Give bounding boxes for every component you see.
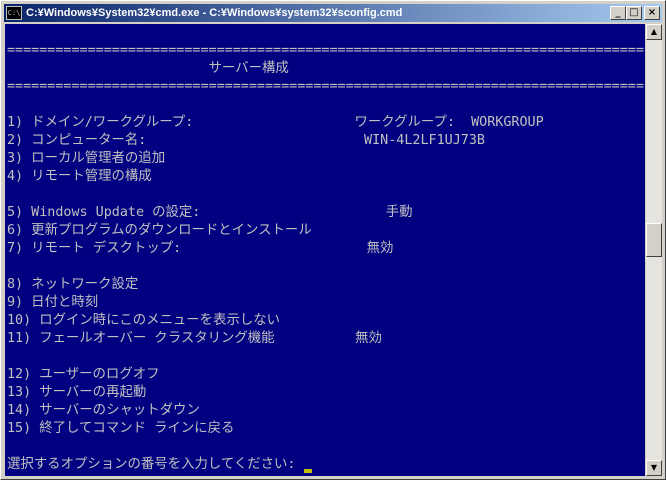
- window-controls: _ □ ×: [610, 6, 660, 20]
- scroll-down-button[interactable]: ▼: [646, 460, 662, 476]
- console-line: 14) サーバーのシャットダウン: [7, 402, 644, 420]
- scroll-thumb[interactable]: [646, 223, 662, 257]
- console-line-text: ========================================…: [7, 43, 644, 58]
- console-line: 1) ドメイン/ワークグループ: ワークグループ: WORKGROUP: [7, 114, 644, 132]
- console-line-text: 14) サーバーのシャットダウン: [7, 403, 200, 418]
- console-line: 8) ネットワーク設定: [7, 276, 644, 294]
- console-line-text: 1) ドメイン/ワークグループ: ワークグループ: WORKGROUP: [7, 115, 544, 130]
- arrow-up-icon: ▲: [650, 27, 658, 36]
- console-line-text: サーバー構成: [7, 61, 289, 76]
- console-line-text: 8) ネットワーク設定: [7, 277, 139, 292]
- console-line-text: 10) ログイン時にこのメニューを表示しない: [7, 313, 281, 328]
- console-line-text: 7) リモート デスクトップ: 無効: [7, 241, 394, 256]
- console-line: 3) ローカル管理者の追加: [7, 150, 644, 168]
- console-line: 12) ユーザーのログオフ: [7, 366, 644, 384]
- console-line: 7) リモート デスクトップ: 無効: [7, 240, 644, 258]
- console-line: 11) フェールオーバー クラスタリング機能 無効: [7, 330, 644, 348]
- maximize-icon: □: [629, 7, 639, 18]
- maximize-button[interactable]: □: [626, 6, 642, 20]
- text-cursor: [303, 469, 312, 473]
- arrow-down-icon: ▼: [650, 463, 658, 472]
- console-line-text: 3) ローカル管理者の追加: [7, 151, 166, 166]
- vertical-scrollbar[interactable]: ▲ ▼: [646, 24, 662, 476]
- minimize-button[interactable]: _: [610, 6, 626, 20]
- console-line: 4) リモート管理の構成: [7, 168, 644, 186]
- console-line: 2) コンピューター名: WIN-4L2LF1UJ73B: [7, 132, 644, 150]
- console-output[interactable]: ========================================…: [5, 24, 645, 476]
- console-line-text: 13) サーバーの再起動: [7, 385, 147, 400]
- console-line-text: 6) 更新プログラムのダウンロードとインストール: [7, 223, 312, 238]
- console-line-text: 4) リモート管理の構成: [7, 169, 152, 184]
- scroll-up-button[interactable]: ▲: [646, 24, 662, 40]
- console-line-text: 12) ユーザーのログオフ: [7, 367, 160, 382]
- console-line-text: 9) 日付と時刻: [7, 295, 99, 310]
- console-line-text: 11) フェールオーバー クラスタリング機能 無効: [7, 331, 382, 346]
- console-app-icon[interactable]: C:\: [6, 6, 22, 20]
- console-line-text: 2) コンピューター名: WIN-4L2LF1UJ73B: [7, 133, 485, 148]
- input-prompt-text: 選択するオプションの番号を入力してください:: [7, 457, 304, 472]
- title-bar[interactable]: C:\ C:¥Windows¥System32¥cmd.exe - C:¥Win…: [4, 4, 662, 22]
- console-line: 15) 終了してコマンド ラインに戻る: [7, 420, 644, 438]
- console-line-text: ========================================…: [7, 79, 644, 94]
- console-line: 10) ログイン時にこのメニューを表示しない: [7, 312, 644, 330]
- close-button[interactable]: ×: [644, 6, 660, 20]
- cmd-window: C:\ C:¥Windows¥System32¥cmd.exe - C:¥Win…: [0, 0, 666, 480]
- console-line-text: 5) Windows Update の設定: 手動: [7, 205, 413, 220]
- close-icon: ×: [647, 7, 657, 18]
- console-line: ========================================…: [7, 42, 644, 60]
- console-line: 5) Windows Update の設定: 手動: [7, 204, 644, 222]
- console-line: ========================================…: [7, 78, 644, 96]
- console-line-text: 15) 終了してコマンド ラインに戻る: [7, 421, 235, 436]
- console-line: 9) 日付と時刻: [7, 294, 644, 312]
- console-line: 6) 更新プログラムのダウンロードとインストール: [7, 222, 644, 240]
- console-line: 13) サーバーの再起動: [7, 384, 644, 402]
- console-lines: ========================================…: [7, 24, 644, 474]
- window-title: C:¥Windows¥System32¥cmd.exe - C:¥Windows…: [26, 7, 403, 19]
- minimize-icon: _: [615, 7, 621, 18]
- input-prompt-line[interactable]: 選択するオプションの番号を入力してください:: [7, 456, 644, 474]
- console-line: サーバー構成: [7, 60, 644, 78]
